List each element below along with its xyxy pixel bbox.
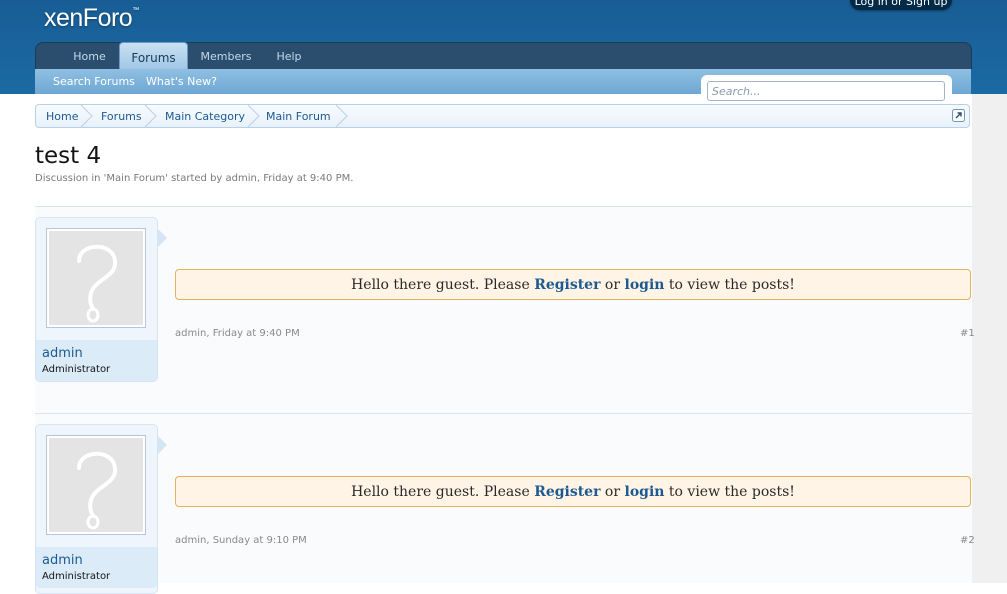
user-title: Administrator [42,571,111,582]
username-link[interactable]: admin [42,346,83,361]
breadcrumb-forums[interactable]: Forums [101,105,142,127]
user-name-band: admin Administrator [36,547,157,588]
post-row [35,207,972,413]
breadcrumb-arrow-icon [144,105,157,127]
avatar[interactable] [46,435,146,535]
breadcrumb-arrow-icon [80,105,93,127]
breadcrumb: Home Forums Main Category Main Forum [35,104,970,128]
user-card: admin Administrator [35,217,158,382]
page-gutter [972,94,1007,583]
thread-description: Discussion in 'Main Forum' started by ad… [35,173,354,184]
author-link[interactable]: admin [226,173,257,184]
question-mark-avatar-icon [77,451,118,530]
breadcrumb-main-forum[interactable]: Main Forum [266,105,331,127]
user-card: admin Administrator [35,424,158,594]
post-number[interactable]: #1 [960,328,975,339]
guest-notice: Hello there guest. Please Register or lo… [175,476,971,507]
login-link[interactable]: login [625,484,665,500]
post-meta[interactable]: admin, Sunday at 9:10 PM [175,535,307,546]
main-navbar: Home Forums Members Help [35,42,972,71]
site-logo[interactable]: xenForo™ [44,4,139,33]
breadcrumb-home[interactable]: Home [46,105,78,127]
breadcrumb-arrow-icon [335,105,348,127]
user-name-band: admin Administrator [36,340,157,381]
login-signup-link[interactable]: Log in or Sign up [850,0,952,10]
whats-new-link[interactable]: What's New? [146,69,217,95]
username-link[interactable]: admin [42,553,83,568]
question-mark-avatar-icon [77,244,118,323]
forum-link[interactable]: Main Forum [106,173,165,184]
avatar[interactable] [46,228,146,328]
user-card-arrow [158,229,167,247]
login-link[interactable]: login [625,277,665,293]
tab-forums[interactable]: Forums [119,42,188,71]
tab-home[interactable]: Home [62,43,117,69]
breadcrumb-arrow-icon [247,105,260,127]
post-number[interactable]: #2 [960,535,975,546]
post-meta[interactable]: admin, Friday at 9:40 PM [175,328,300,339]
register-link[interactable]: Register [534,484,600,500]
search-input[interactable] [707,81,945,101]
register-link[interactable]: Register [534,277,600,293]
user-title: Administrator [42,364,111,375]
user-card-arrow [158,436,167,454]
breadcrumb-main-category[interactable]: Main Category [165,105,245,127]
jump-menu-icon[interactable] [952,109,965,122]
search-forums-link[interactable]: Search Forums [53,69,135,95]
thread-title: test 4 [35,143,102,169]
guest-notice: Hello there guest. Please Register or lo… [175,269,971,300]
tab-help[interactable]: Help [266,43,312,69]
tab-members[interactable]: Members [194,43,258,69]
